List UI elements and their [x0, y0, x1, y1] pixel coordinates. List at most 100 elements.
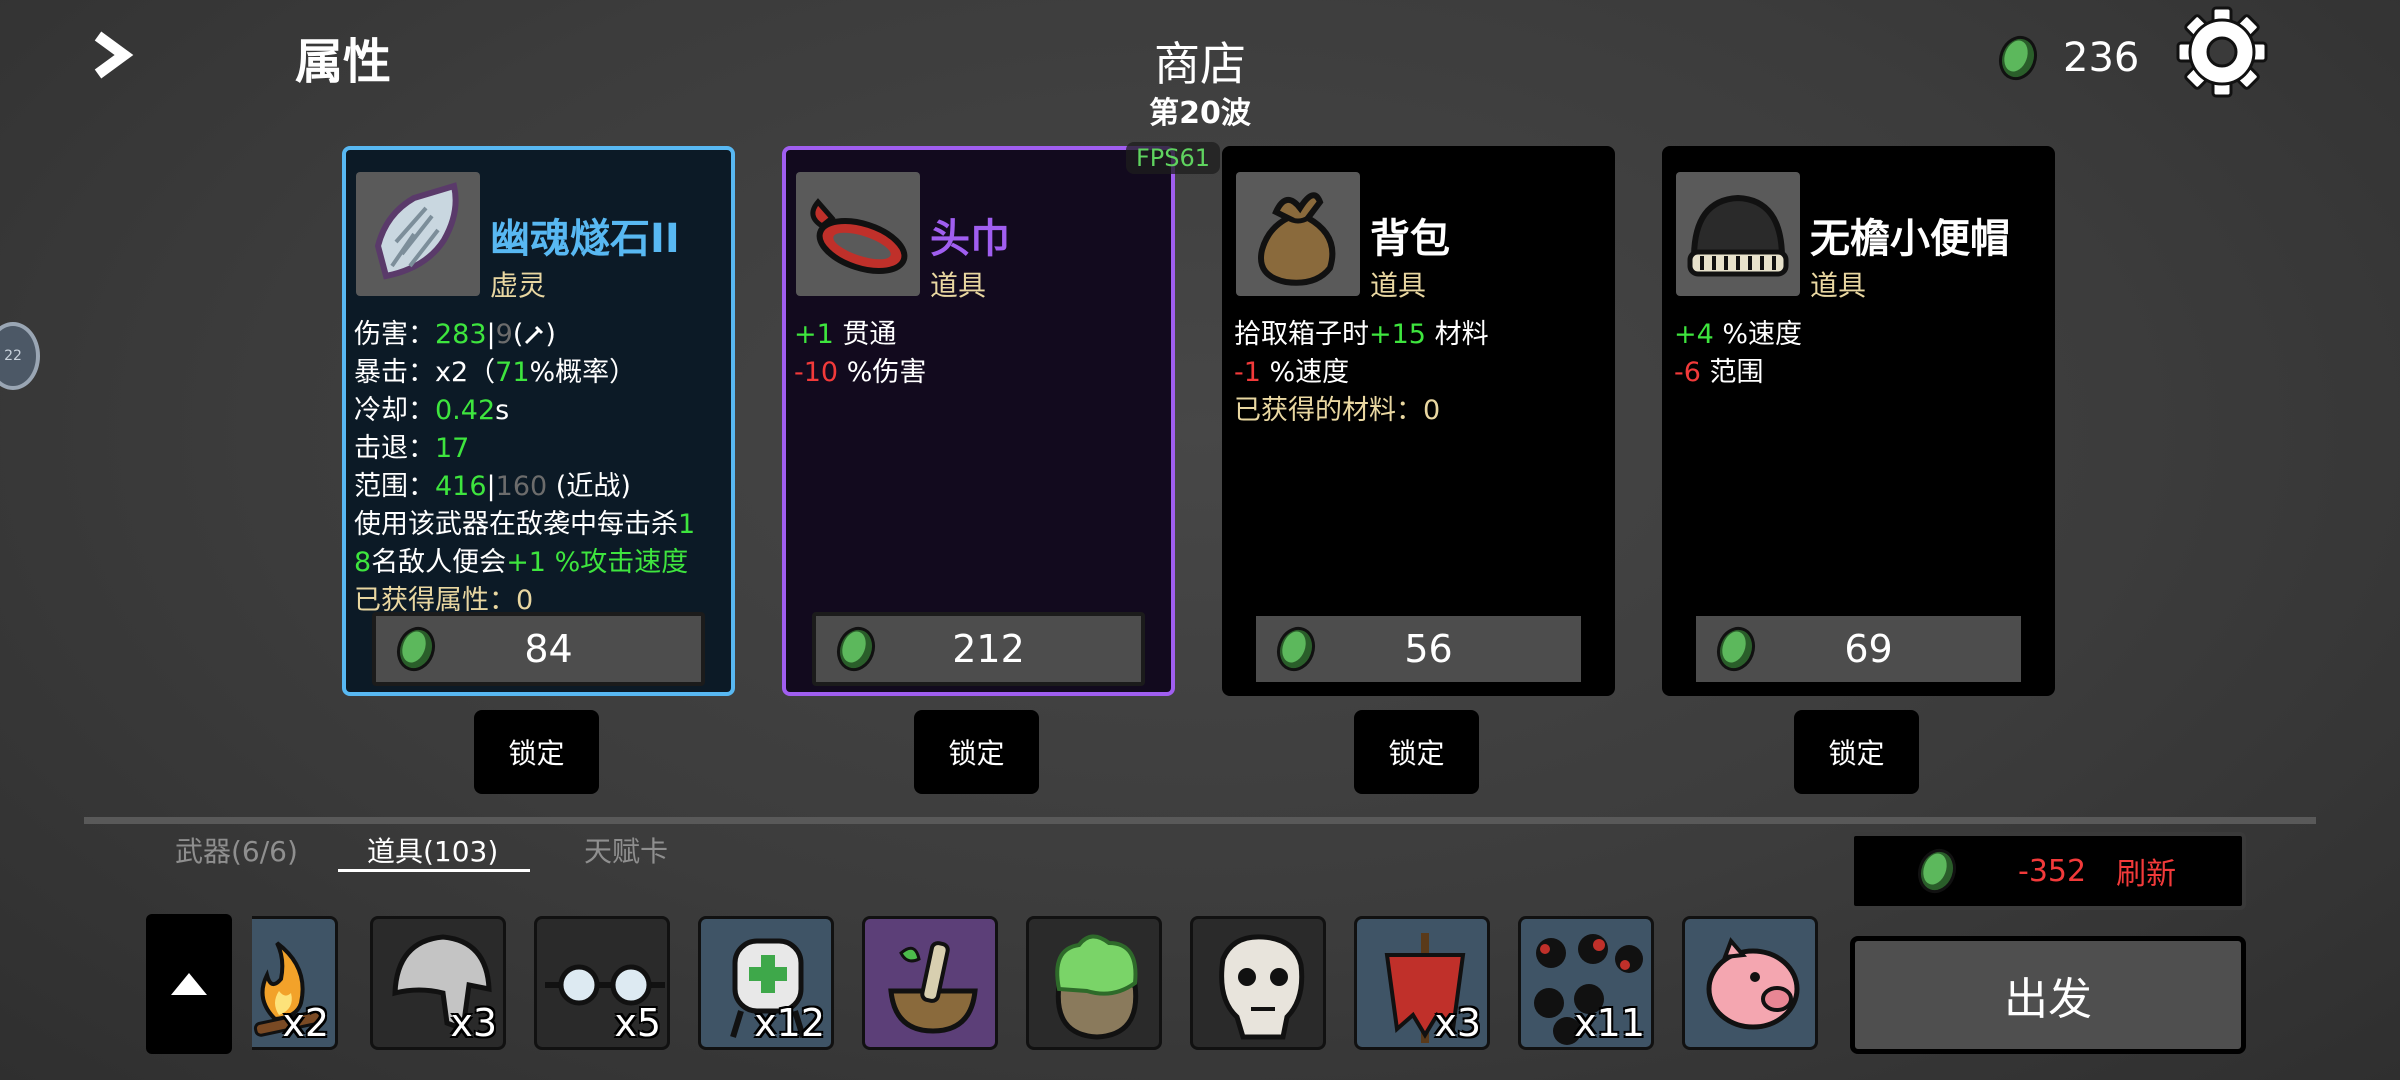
stat-text: %伤害 [838, 357, 927, 388]
stat-effect: 使用该武器在敌袭中每击杀1 [354, 506, 723, 544]
shop-card-headband[interactable]: 头巾 道具 +1 贯通 -10 %伤害 212 [782, 146, 1175, 696]
item-name: 幽魂燧石II [490, 216, 680, 262]
stat-label: 暴击： [354, 357, 435, 388]
back-button[interactable] [88, 30, 138, 80]
stat-base: 9 [495, 319, 513, 350]
item-name: 头巾 [930, 216, 1010, 262]
gear-icon [2176, 6, 2268, 98]
inventory-item[interactable]: x11 [1518, 916, 1654, 1050]
item-thumbnail [796, 172, 920, 296]
material-icon [1276, 626, 1316, 672]
price-value: 212 [952, 627, 1025, 671]
inventory-item[interactable] [1190, 916, 1326, 1050]
effect-text: 使用该武器在敌袭中每击杀 [354, 509, 678, 540]
item-type: 道具 [930, 269, 987, 302]
expand-inventory-button[interactable] [146, 914, 232, 1054]
chevron-right-icon [94, 31, 134, 79]
stat-value: 0 [1423, 395, 1441, 426]
item-count: x3 [1434, 1001, 1481, 1045]
stat-effect-cont: 8名敌人便会+1 %攻击速度 [354, 544, 723, 582]
mortar-pestle-icon [888, 941, 978, 1034]
stat-line: 已获得的材料：0 [1234, 392, 1603, 430]
buy-button[interactable]: 212 [812, 612, 1145, 686]
lock-button[interactable]: 锁定 [914, 710, 1039, 794]
tab-items[interactable]: 道具(103) [367, 830, 498, 870]
tab-weapons[interactable]: 武器(6/6) [175, 830, 298, 870]
item-thumbnail [1236, 172, 1360, 296]
stat-value: x2（ [435, 357, 496, 388]
buy-button[interactable]: 56 [1252, 612, 1585, 686]
ghost-flint-icon [374, 182, 459, 280]
stat-range: 范围：416|160 (近战) [354, 468, 723, 506]
attributes-tab[interactable]: 属性 [295, 22, 391, 92]
item-count: x3 [450, 1001, 497, 1045]
stat-text: %速度 [1260, 357, 1350, 388]
stat-line: -10 %伤害 [794, 354, 1163, 392]
lock-button[interactable]: 锁定 [1794, 710, 1919, 794]
inventory-item[interactable]: x3 [1354, 916, 1490, 1050]
price-value: 56 [1404, 627, 1453, 671]
inventory-item[interactable]: x3 [370, 916, 506, 1050]
stat-value: 283 [435, 319, 487, 350]
price-value: 69 [1844, 627, 1893, 671]
buy-button[interactable]: 84 [372, 612, 705, 686]
material-icon [836, 626, 876, 672]
inventory-item[interactable]: x5 [534, 916, 670, 1050]
stat-text: 拾取箱子时 [1234, 319, 1369, 350]
stat-label: 击退： [354, 433, 435, 464]
tab-talent-cards[interactable]: 天赋卡 [584, 830, 668, 870]
inventory-item[interactable]: x12 [698, 916, 834, 1050]
stat-value: 71 [495, 357, 530, 388]
inventory-item[interactable] [862, 916, 998, 1050]
buy-button[interactable]: 69 [1692, 612, 2025, 686]
stat-suffix: %概率） [529, 357, 637, 388]
stat-damage: 伤害：283|9() [354, 316, 723, 354]
shop-card-beanie[interactable]: 无檐小便帽 道具 +4 %速度 -6 范围 69 [1662, 146, 2055, 696]
stat-value: 0.42 [435, 395, 496, 426]
stat-suffix: (近战) [547, 471, 631, 502]
lock-button[interactable]: 锁定 [1354, 710, 1479, 794]
effect-value: 1 [678, 509, 696, 540]
go-button[interactable]: 出发 [1850, 936, 2246, 1054]
stat-paren: ) [545, 319, 556, 350]
stat-unit: s [495, 395, 510, 426]
effect-value: 8 [354, 547, 372, 578]
herb-sack-icon [1055, 934, 1139, 1040]
headband-icon [810, 198, 908, 274]
item-name: 无檐小便帽 [1810, 216, 2010, 262]
stat-separator: | [486, 319, 496, 350]
effect-bonus: +1 %攻击速度 [506, 547, 689, 578]
item-type: 虚灵 [490, 269, 547, 302]
price-value: 84 [524, 627, 573, 671]
stat-label: 伤害： [354, 319, 435, 350]
skull-face-icon [1219, 934, 1305, 1040]
stat-crit: 暴击：x2（71%概率） [354, 354, 723, 392]
stat-cooldown: 冷却：0.42s [354, 392, 723, 430]
item-thumbnail [356, 172, 480, 296]
melee-damage-icon [525, 325, 544, 345]
page-title: 商店 [1154, 37, 1246, 91]
stat-line: +1 贯通 [794, 316, 1163, 354]
divider [84, 817, 2316, 824]
item-count: x2 [282, 1001, 329, 1045]
shop-card-weapon[interactable]: 幽魂燧石II 虚灵 伤害：283|9() 暴击：x2（71%概率） 冷却：0.4… [342, 146, 735, 696]
item-type: 道具 [1810, 269, 1867, 302]
lock-button[interactable]: 锁定 [474, 710, 599, 794]
triangle-up-icon [171, 973, 207, 995]
stat-text: 范围 [1700, 357, 1764, 388]
material-icon [1716, 626, 1756, 672]
stat-label: 范围： [354, 471, 435, 502]
shop-card-backpack[interactable]: 背包 道具 拾取箱子时+15 材料 -1 %速度 已获得的材料：0 56 [1222, 146, 1615, 696]
active-tab-indicator [338, 869, 530, 872]
materials-counter: 236 [1995, 34, 2139, 82]
stat-value: 17 [435, 433, 470, 464]
side-handle[interactable]: 22 [0, 322, 40, 390]
settings-button[interactable] [2174, 4, 2270, 100]
inventory-item[interactable] [1026, 916, 1162, 1050]
inventory-item[interactable]: x2 [252, 916, 338, 1050]
reroll-button[interactable]: -352 刷新 [1850, 832, 2246, 910]
inventory-item[interactable] [1682, 916, 1818, 1050]
item-count: x5 [614, 1001, 661, 1045]
stat-separator: | [486, 471, 496, 502]
fps-counter: FPS61 [1126, 142, 1221, 174]
